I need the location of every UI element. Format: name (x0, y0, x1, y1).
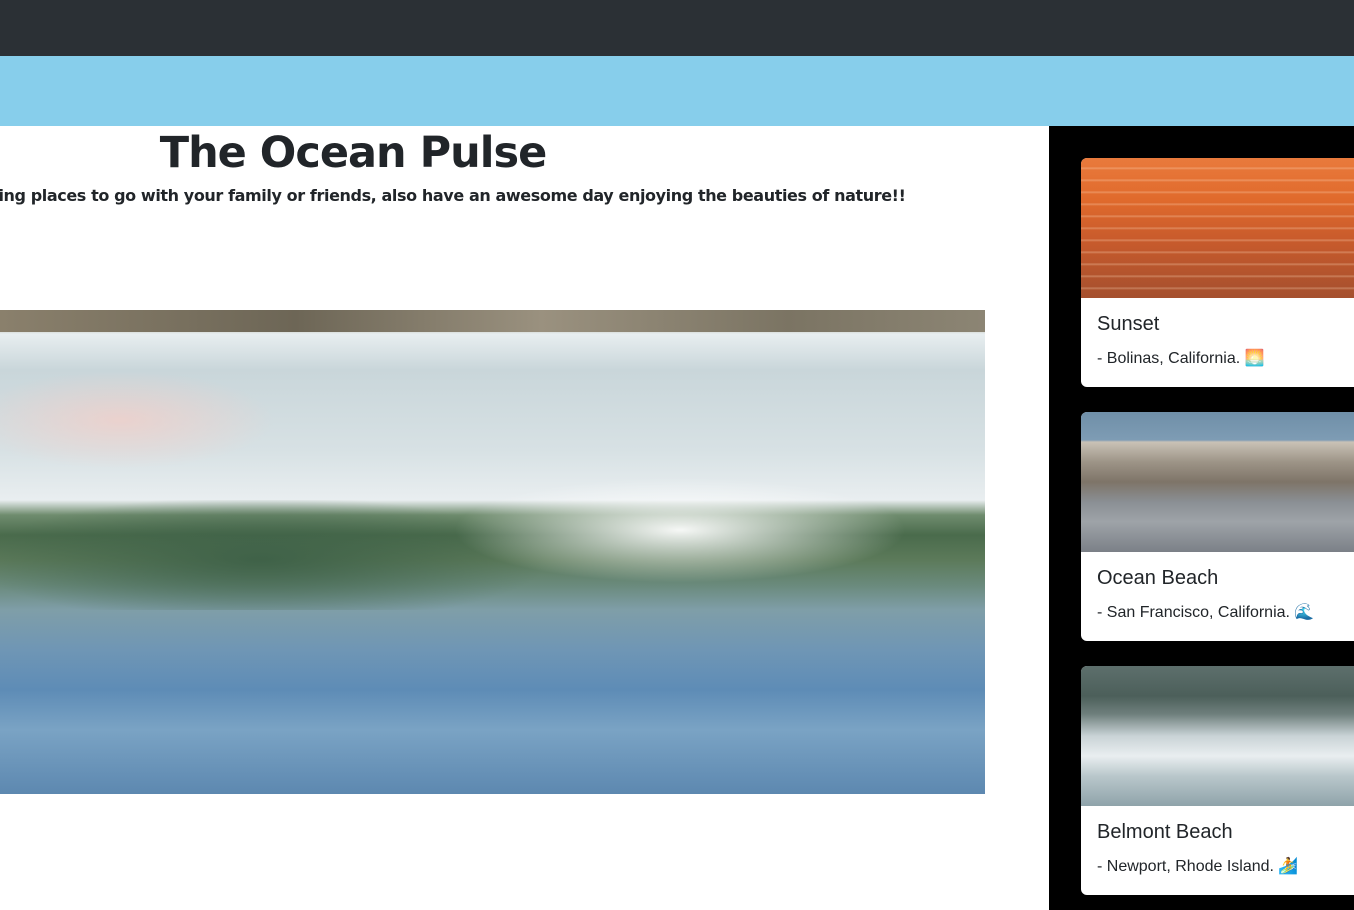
card-sunset[interactable]: Sunset - Bolinas, California. 🌅 (1081, 158, 1354, 387)
hero-wave-spray (360, 440, 985, 590)
hero-wave-image (0, 310, 985, 794)
card-text: - San Francisco, California. 🌊 (1097, 604, 1315, 621)
page-subtitle: Get the ocean and surfing places to go w… (0, 186, 906, 205)
page-title: The Ocean Pulse (159, 128, 548, 178)
card-title: Belmont Beach (1097, 821, 1233, 843)
card-title: Sunset (1097, 313, 1160, 335)
card-belmont-beach[interactable]: Belmont Beach - Newport, Rhode Island. 🏄 (1081, 666, 1354, 895)
card-text: - Bolinas, California. 🌅 (1097, 350, 1265, 367)
ocean-beach-image (1081, 412, 1354, 552)
top-navbar (0, 0, 1354, 56)
banner-bar (0, 56, 1354, 126)
main-content: The Ocean Pulse Get the ocean and surfin… (0, 126, 1049, 910)
hero-rocks (0, 310, 985, 332)
belmont-beach-image (1081, 666, 1354, 806)
card-text: - Newport, Rhode Island. 🏄 (1097, 858, 1299, 875)
sidebar: Sunset - Bolinas, California. 🌅 Ocean Be… (1049, 126, 1354, 910)
card-ocean-beach[interactable]: Ocean Beach - San Francisco, California.… (1081, 412, 1354, 641)
sunset-image (1081, 158, 1354, 298)
card-title: Ocean Beach (1097, 567, 1219, 589)
